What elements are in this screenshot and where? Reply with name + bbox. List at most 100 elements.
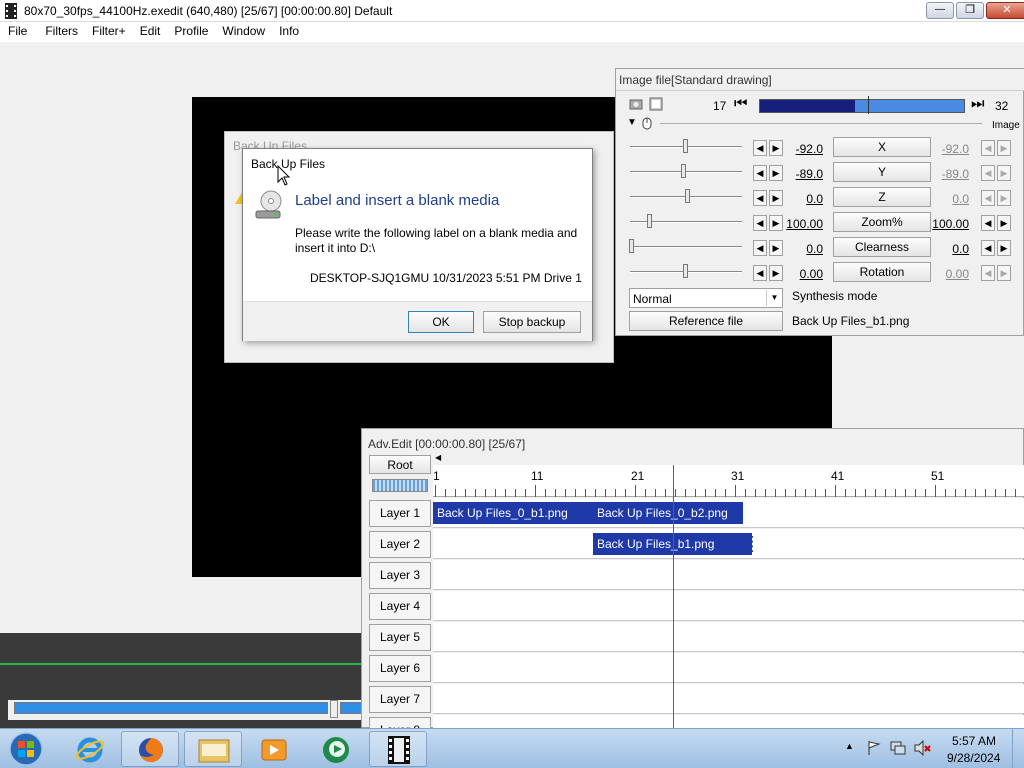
decrement-arrow[interactable]: ◀ xyxy=(753,140,767,156)
synthesis-mode-select[interactable]: Normal ▼ xyxy=(629,288,783,308)
internet-explorer-button[interactable] xyxy=(60,731,118,767)
menu-filters[interactable]: Filters xyxy=(27,22,78,38)
end-decrement-arrow[interactable]: ◀ xyxy=(981,165,995,181)
chevron-down-icon[interactable]: ▼ xyxy=(766,290,782,306)
param-end-value[interactable]: 0.0 xyxy=(917,242,969,256)
clock-time[interactable]: 5:57 AM xyxy=(952,734,996,748)
param-start-value[interactable]: -92.0 xyxy=(771,142,823,156)
layer-lane-4[interactable] xyxy=(433,591,1024,621)
layer-lane-6[interactable] xyxy=(433,653,1024,683)
param-start-value[interactable]: -89.0 xyxy=(771,167,823,181)
rewind-icon[interactable]: ⏮ xyxy=(734,95,748,112)
camera-icon[interactable] xyxy=(629,97,643,111)
param-end-value[interactable]: 100.00 xyxy=(917,217,969,231)
playhead-line[interactable] xyxy=(673,465,674,729)
decrement-arrow[interactable]: ◀ xyxy=(753,215,767,231)
param-start-value[interactable]: 0.0 xyxy=(771,242,823,256)
ruler-tick xyxy=(945,489,946,497)
ruler-tick xyxy=(625,489,626,497)
layer-button-3[interactable]: Layer 3 xyxy=(369,562,431,589)
param-end-value[interactable]: 0.00 xyxy=(917,267,969,281)
param-slider-thumb[interactable] xyxy=(683,264,688,278)
end-decrement-arrow[interactable]: ◀ xyxy=(981,140,995,156)
media-center-button[interactable] xyxy=(307,731,365,767)
end-increment-arrow[interactable]: ▶ xyxy=(997,165,1011,181)
clock-date[interactable]: 9/28/2024 xyxy=(947,751,1000,765)
decrement-arrow[interactable]: ◀ xyxy=(753,190,767,206)
ok-button[interactable]: OK xyxy=(408,311,474,333)
start-button[interactable] xyxy=(4,730,48,768)
volume-muted-icon[interactable] xyxy=(914,740,932,756)
timeline-clip[interactable]: Back Up Files_0_b1.png xyxy=(433,502,593,524)
seek-bar[interactable] xyxy=(8,700,370,720)
drive-disc-icon xyxy=(255,190,282,219)
end-decrement-arrow[interactable]: ◀ xyxy=(981,265,995,281)
panel-title-bar: Image file[Standard drawing] xyxy=(616,69,1024,91)
param-slider-thumb[interactable] xyxy=(685,189,690,203)
layer-lane-5[interactable] xyxy=(433,622,1024,652)
zoom-scale[interactable] xyxy=(372,479,428,492)
param-start-value[interactable]: 0.00 xyxy=(771,267,823,281)
param-slider-thumb[interactable] xyxy=(629,239,634,253)
decrement-arrow[interactable]: ◀ xyxy=(753,265,767,281)
collapse-icon[interactable]: ▼ xyxy=(627,117,637,128)
picture-icon[interactable] xyxy=(649,97,663,111)
end-decrement-arrow[interactable]: ◀ xyxy=(981,215,995,231)
layer-button-1[interactable]: Layer 1 xyxy=(369,500,431,527)
param-start-value[interactable]: 0.0 xyxy=(771,192,823,206)
menu-edit[interactable]: Edit xyxy=(126,22,161,38)
decrement-arrow[interactable]: ◀ xyxy=(753,240,767,256)
param-end-value[interactable]: -89.0 xyxy=(917,167,969,181)
menu-profile[interactable]: Profile xyxy=(160,22,208,38)
timeline-clip[interactable]: Back Up Files_0_b2.png xyxy=(593,502,743,524)
firefox-button[interactable] xyxy=(121,731,179,767)
close-button[interactable]: ✕ xyxy=(986,2,1024,19)
maximize-button[interactable]: ❐ xyxy=(956,2,984,19)
flag-icon[interactable] xyxy=(867,740,881,756)
taskbar: ▲ 5:57 AM 9/28/2024 xyxy=(0,728,1024,768)
end-increment-arrow[interactable]: ▶ xyxy=(997,215,1011,231)
layer-button-7[interactable]: Layer 7 xyxy=(369,686,431,713)
forward-icon[interactable]: ⏭ xyxy=(971,95,985,112)
end-increment-arrow[interactable]: ▶ xyxy=(997,240,1011,256)
param-slider-thumb[interactable] xyxy=(647,214,652,228)
end-decrement-arrow[interactable]: ◀ xyxy=(981,190,995,206)
end-decrement-arrow[interactable]: ◀ xyxy=(981,240,995,256)
layer-lane-3[interactable] xyxy=(433,560,1024,590)
aviutl-button[interactable] xyxy=(369,731,427,767)
frame-range-bar[interactable] xyxy=(759,96,965,114)
layer-button-6[interactable]: Layer 6 xyxy=(369,655,431,682)
stop-backup-button[interactable]: Stop backup xyxy=(483,311,581,333)
menu-file[interactable]: File xyxy=(0,22,27,38)
param-slider-track[interactable] xyxy=(630,171,742,173)
media-player-button[interactable] xyxy=(245,731,303,767)
root-button[interactable]: Root xyxy=(369,455,431,474)
layer-button-2[interactable]: Layer 2 xyxy=(369,531,431,558)
seek-bar-thumb[interactable] xyxy=(330,700,338,718)
show-desktop-button[interactable] xyxy=(1012,729,1024,768)
param-slider-thumb[interactable] xyxy=(681,164,686,178)
menu-filter-plus[interactable]: Filter+ xyxy=(78,22,126,38)
end-increment-arrow[interactable]: ▶ xyxy=(997,190,1011,206)
minimize-button[interactable]: — xyxy=(926,2,954,19)
decrement-arrow[interactable]: ◀ xyxy=(753,165,767,181)
network-icon[interactable] xyxy=(890,740,906,756)
reference-file-button[interactable]: Reference file xyxy=(629,311,783,331)
layer-lane-7[interactable] xyxy=(433,684,1024,714)
param-start-value[interactable]: 100.00 xyxy=(771,217,823,231)
scroll-left-icon[interactable]: ◀ xyxy=(435,453,441,462)
end-increment-arrow[interactable]: ▶ xyxy=(997,140,1011,156)
param-slider-thumb[interactable] xyxy=(683,139,688,153)
end-increment-arrow[interactable]: ▶ xyxy=(997,265,1011,281)
layer-button-4[interactable]: Layer 4 xyxy=(369,593,431,620)
menu-info[interactable]: Info xyxy=(265,22,299,38)
param-end-value[interactable]: 0.0 xyxy=(917,192,969,206)
file-explorer-button[interactable] xyxy=(184,731,242,767)
frame-range-fill xyxy=(760,100,855,112)
param-end-value[interactable]: -92.0 xyxy=(917,142,969,156)
param-slider-track[interactable] xyxy=(630,246,742,248)
timeline-ruler[interactable]: 1 11 21 31 41 51 xyxy=(433,465,1024,497)
show-hidden-icons[interactable]: ▲ xyxy=(845,741,854,751)
layer-button-5[interactable]: Layer 5 xyxy=(369,624,431,651)
menu-window[interactable]: Window xyxy=(208,22,265,38)
